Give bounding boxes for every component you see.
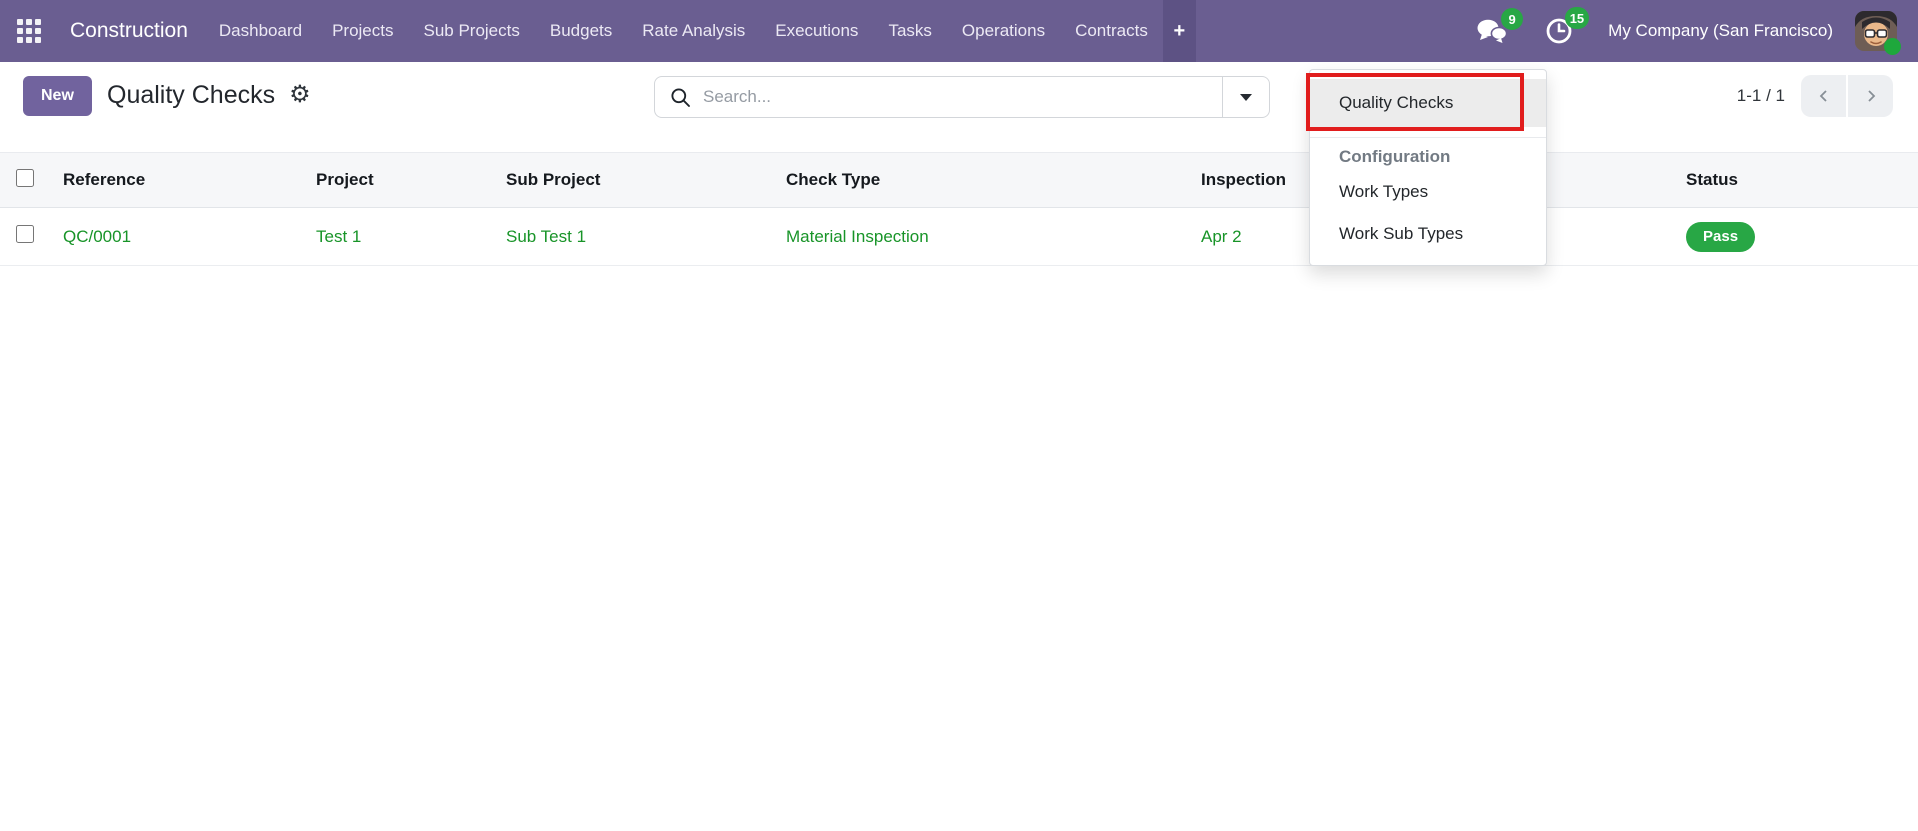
dropdown-divider	[1310, 137, 1546, 138]
menu-executions[interactable]: Executions	[760, 0, 873, 62]
cell-sub-project[interactable]: Sub Test 1	[490, 207, 770, 266]
breadcrumb: Quality Checks ⚙	[107, 75, 311, 115]
select-all-checkbox[interactable]	[16, 168, 34, 187]
apps-grid-icon	[17, 19, 41, 43]
search-input[interactable]	[703, 87, 1222, 107]
menu-more-button[interactable]: +	[1162, 0, 1196, 62]
dropdown-item-quality-checks[interactable]: Quality Checks	[1310, 79, 1546, 127]
messages-button[interactable]: 9	[1476, 8, 1524, 45]
search-icon	[670, 87, 691, 108]
user-menu[interactable]	[1855, 11, 1901, 55]
header-status[interactable]: Status	[1670, 152, 1918, 208]
dropdown-item-work-sub-types[interactable]: Work Sub Types	[1310, 213, 1546, 255]
messages-count-badge: 9	[1501, 8, 1524, 30]
chevron-left-icon	[1819, 90, 1827, 102]
dropdown-item-work-types[interactable]: Work Types	[1310, 171, 1546, 213]
gear-icon[interactable]: ⚙	[289, 83, 311, 107]
cell-reference[interactable]: QC/0001	[47, 207, 300, 266]
cell-project[interactable]: Test 1	[300, 207, 490, 266]
menu-rate-analysis[interactable]: Rate Analysis	[627, 0, 760, 62]
top-navbar: Construction Dashboard Projects Sub Proj…	[0, 0, 1918, 62]
apps-menu-button[interactable]	[0, 0, 58, 62]
menu-budgets[interactable]: Budgets	[535, 0, 627, 62]
pager: 1-1 / 1	[1737, 75, 1893, 117]
menu-tasks[interactable]: Tasks	[873, 0, 946, 62]
header-project[interactable]: Project	[300, 152, 490, 208]
menu-projects[interactable]: Projects	[317, 0, 408, 62]
chevron-down-icon	[1240, 93, 1252, 101]
status-badge: Pass	[1686, 221, 1756, 252]
section-dropdown-menu: Quality Checks Configuration Work Types …	[1309, 69, 1547, 266]
activities-button[interactable]: 15	[1544, 7, 1590, 46]
search-bar	[654, 76, 1270, 118]
navbar-systray: 9 15 My Company (San Francisco)	[1440, 7, 1918, 55]
menu-operations[interactable]: Operations	[947, 0, 1060, 62]
pager-buttons	[1801, 75, 1893, 117]
pager-range: 1-1 / 1	[1736, 86, 1785, 105]
cell-check-type[interactable]: Material Inspection	[770, 207, 1185, 266]
page-title: Quality Checks	[107, 80, 276, 109]
menu-dashboard[interactable]: Dashboard	[204, 0, 317, 62]
main-menu: Dashboard Projects Sub Projects Budgets …	[204, 0, 1196, 62]
search-options-toggle[interactable]	[1222, 77, 1269, 117]
chevron-right-icon	[1867, 90, 1875, 102]
control-panel: New Quality Checks ⚙ 1-1 / 1	[0, 62, 1918, 152]
cell-status[interactable]: Pass	[1670, 207, 1918, 266]
pager-next-button[interactable]	[1848, 75, 1893, 117]
header-reference[interactable]: Reference	[47, 152, 300, 208]
app-name[interactable]: Construction	[70, 19, 188, 43]
header-sub-project[interactable]: Sub Project	[490, 152, 770, 208]
company-switcher[interactable]: My Company (San Francisco)	[1608, 21, 1833, 41]
quality-checks-table: Reference Project Sub Project Check Type…	[0, 152, 1918, 266]
dropdown-section-configuration: Configuration	[1339, 147, 1451, 166]
table-row[interactable]: QC/0001 Test 1 Sub Test 1 Material Inspe…	[0, 207, 1918, 266]
activities-count-badge: 15	[1564, 7, 1590, 29]
menu-contracts[interactable]: Contracts	[1060, 0, 1163, 62]
pager-previous-button[interactable]	[1801, 75, 1846, 117]
online-status-dot	[1884, 38, 1901, 55]
header-check-type[interactable]: Check Type	[770, 152, 1185, 208]
row-checkbox[interactable]	[16, 225, 34, 243]
table-header-row: Reference Project Sub Project Check Type…	[0, 152, 1918, 208]
app-window: Construction Dashboard Projects Sub Proj…	[0, 0, 1918, 831]
menu-sub-projects[interactable]: Sub Projects	[408, 0, 534, 62]
new-button[interactable]: New	[23, 76, 92, 116]
